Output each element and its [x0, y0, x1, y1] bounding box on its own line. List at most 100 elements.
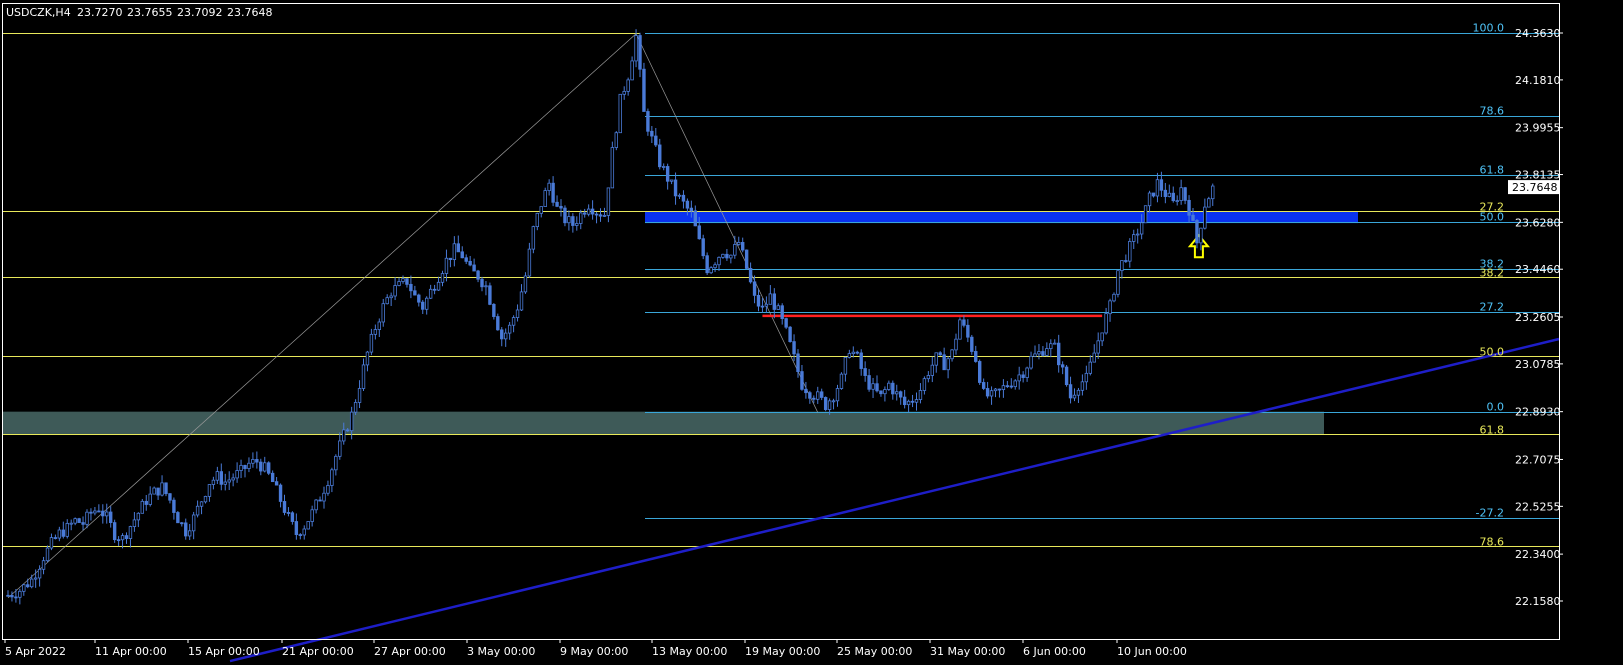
candle-body — [1041, 351, 1045, 356]
candle-body — [638, 35, 642, 70]
candle-body — [464, 257, 468, 262]
candle-body — [804, 388, 808, 394]
candle-body — [741, 242, 745, 251]
price-chart[interactable]: 24.3630 24.1810 23.9955 23.8135 23.6280 23.44… — [0, 0, 1623, 665]
candle-body — [195, 505, 200, 516]
candle-body — [737, 242, 741, 245]
candle-body — [875, 383, 879, 392]
candle-body — [1199, 227, 1203, 244]
candle-body — [318, 499, 322, 502]
candle-body — [373, 329, 378, 335]
candle-body — [507, 324, 512, 334]
candle-body — [780, 305, 784, 319]
candle-body — [1025, 367, 1029, 378]
candle-body — [1060, 364, 1065, 368]
y-tick-label: 22.1580 — [1515, 595, 1561, 608]
fib-secondary-label: 61.8 — [1480, 164, 1505, 177]
candle-body — [436, 281, 441, 291]
y-tick-label: 23.8135 — [1515, 169, 1561, 182]
candle-body — [646, 111, 650, 132]
chart-background — [0, 0, 1623, 665]
candle-body — [681, 194, 686, 202]
candle-body — [1128, 241, 1132, 262]
candle-body — [468, 260, 472, 266]
candle-body — [575, 223, 579, 226]
candle-body — [744, 249, 749, 269]
candle-body — [247, 462, 251, 469]
candle-body — [733, 244, 737, 256]
candle-body — [519, 291, 524, 311]
candle-body — [480, 278, 484, 288]
candle-body — [397, 281, 401, 286]
candle-body — [227, 479, 231, 483]
candle-body — [918, 390, 923, 400]
candle-body — [172, 499, 176, 513]
current-price-label: 23.7648 — [1512, 181, 1558, 194]
candle-body — [634, 35, 638, 62]
candle-body — [444, 257, 449, 274]
candle-body — [966, 324, 970, 338]
candle-body — [820, 391, 824, 398]
candle-body — [1049, 343, 1053, 349]
candle-body — [614, 132, 618, 148]
candle-body — [290, 512, 295, 522]
candle-body — [930, 364, 934, 376]
x-tick-label: 15 Apr 00:00 — [188, 645, 260, 658]
candle-body — [776, 305, 780, 310]
candle-body — [954, 338, 958, 351]
candle-body — [1163, 189, 1168, 197]
candle-body — [109, 511, 113, 523]
candle-body — [357, 388, 362, 403]
candle-body — [978, 361, 982, 383]
candle-body — [77, 518, 81, 523]
candle-body — [823, 397, 828, 410]
candle-body — [500, 329, 504, 340]
candle-body — [349, 411, 354, 432]
candle-body — [1179, 187, 1183, 202]
resistance-zone — [645, 211, 1358, 224]
candle-body — [1096, 340, 1100, 354]
candle-body — [768, 293, 773, 305]
candle-body — [1139, 222, 1144, 235]
candle-body — [1211, 185, 1215, 200]
candle-body — [800, 371, 804, 390]
candle-body — [160, 482, 164, 496]
candle-body — [693, 210, 697, 227]
candle-body — [926, 375, 931, 380]
candle-body — [33, 577, 38, 580]
candle-body — [772, 293, 776, 310]
candle-body — [950, 349, 954, 360]
candle-body — [906, 400, 911, 406]
fib-secondary-label: 27.2 — [1480, 301, 1505, 314]
candle-body — [53, 537, 58, 539]
candle-body — [547, 182, 551, 191]
candle-body — [168, 493, 172, 501]
candle-body — [642, 68, 646, 112]
candle-body — [302, 528, 306, 536]
y-tick-label: 23.6280 — [1515, 216, 1561, 229]
candle-body — [662, 166, 666, 168]
candle-body — [1064, 366, 1069, 386]
candle-body — [523, 275, 528, 293]
candle-body — [934, 352, 938, 366]
candle-body — [879, 390, 883, 395]
candle-body — [883, 389, 887, 395]
candle-body — [377, 321, 381, 330]
candle-body — [705, 255, 709, 274]
candle-body — [251, 459, 255, 464]
candle-body — [827, 400, 832, 410]
candle-body — [69, 522, 73, 525]
candle-body — [993, 388, 998, 392]
candle-body — [326, 485, 330, 494]
candle-body — [255, 459, 259, 463]
candle-body — [859, 352, 863, 369]
candle-body — [622, 90, 626, 95]
candle-body — [910, 400, 915, 403]
candle-body — [989, 390, 994, 397]
candle-body — [492, 303, 496, 317]
close-value: 23.7648 — [227, 6, 273, 19]
candle-body — [286, 512, 291, 514]
candle-body — [1116, 270, 1120, 295]
candle-body — [342, 429, 346, 442]
candle-body — [270, 472, 275, 483]
